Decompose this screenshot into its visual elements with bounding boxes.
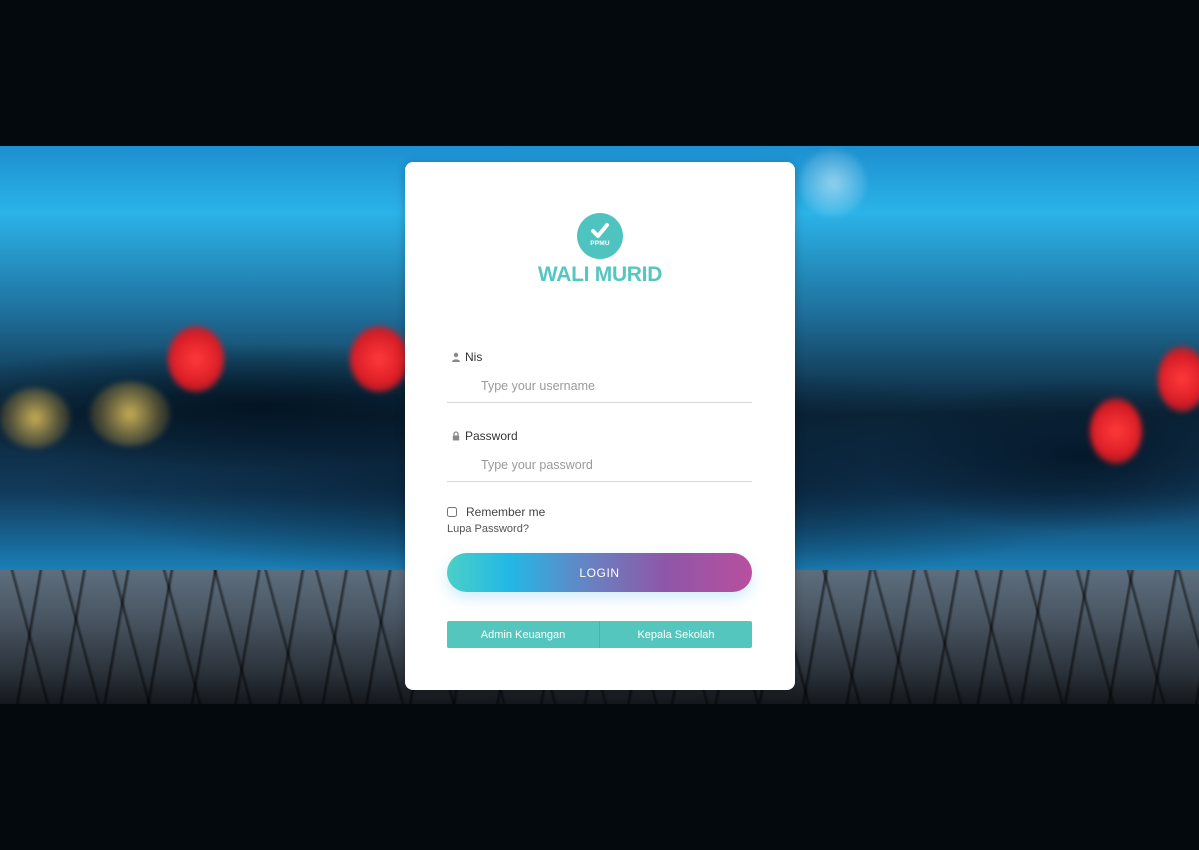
username-input[interactable]	[447, 369, 752, 403]
role-switcher: Admin Keuangan Kepala Sekolah	[447, 621, 752, 648]
forgot-password-link[interactable]: Lupa Password?	[447, 523, 529, 535]
bokeh-light	[350, 326, 408, 392]
username-label-text: Nis	[465, 350, 483, 364]
remember-me-label: Remember me	[466, 505, 546, 519]
logo-badge-text: PPMU	[590, 240, 610, 247]
kepala-sekolah-button[interactable]: Kepala Sekolah	[599, 621, 752, 648]
bokeh-light	[1158, 346, 1199, 412]
login-page: PPMU WALI MURID Nis Password Remember me…	[0, 0, 1199, 850]
login-button[interactable]: LOGIN	[447, 553, 752, 592]
login-card: PPMU WALI MURID Nis Password Remember me…	[405, 162, 795, 690]
bokeh-light	[168, 326, 224, 392]
bokeh-light	[90, 382, 170, 446]
username-label: Nis	[451, 350, 482, 364]
admin-keuangan-button[interactable]: Admin Keuangan	[447, 621, 599, 648]
check-icon	[591, 223, 609, 238]
logo-badge: PPMU	[577, 213, 623, 259]
remember-me-checkbox[interactable]	[447, 507, 457, 517]
lock-icon	[452, 431, 460, 441]
remember-me[interactable]: Remember me	[447, 505, 545, 519]
password-label-text: Password	[465, 429, 518, 443]
bokeh-light	[1090, 398, 1142, 464]
password-input[interactable]	[447, 448, 752, 482]
app-title: WALI MURID	[537, 263, 663, 286]
bokeh-light	[800, 150, 866, 216]
password-label: Password	[451, 429, 518, 443]
user-icon	[452, 352, 460, 362]
bokeh-light	[0, 388, 70, 448]
